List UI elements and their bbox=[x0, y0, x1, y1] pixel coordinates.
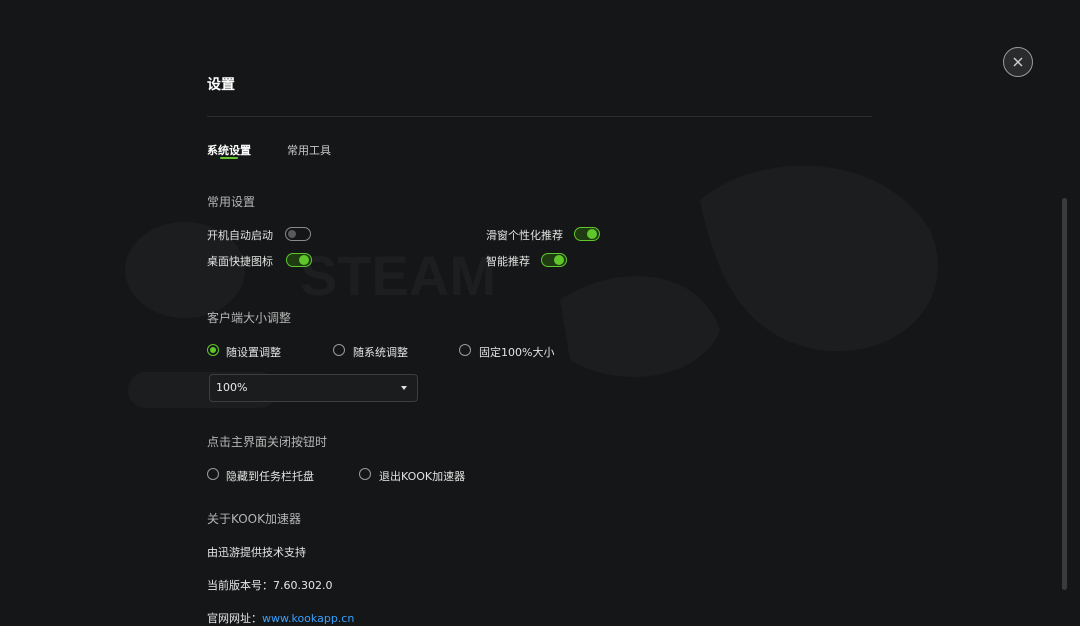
size-follow-system-label[interactable]: 随系统调整 bbox=[353, 344, 408, 360]
tab-common-tools[interactable]: 常用工具 bbox=[287, 142, 331, 158]
auto-start-toggle[interactable] bbox=[285, 227, 311, 241]
version-label: 当前版本号： bbox=[207, 579, 273, 592]
tab-system-settings[interactable]: 系统设置 bbox=[207, 142, 251, 158]
size-follow-system-radio[interactable] bbox=[333, 344, 345, 356]
about-title: 关于KOOK加速器 bbox=[207, 512, 301, 526]
scale-select-value: 100% bbox=[216, 381, 248, 394]
scrollbar[interactable] bbox=[1062, 198, 1067, 590]
active-tab-indicator bbox=[220, 157, 238, 159]
chevron-down-icon bbox=[401, 386, 407, 390]
close-button[interactable] bbox=[1003, 47, 1033, 77]
smart-recommend-label: 智能推荐 bbox=[486, 255, 530, 268]
size-follow-settings-label[interactable]: 随设置调整 bbox=[226, 344, 281, 360]
tech-support-text: 由迅游提供技术支持 bbox=[207, 546, 306, 559]
website-link[interactable]: www.kookapp.cn bbox=[262, 612, 354, 625]
title-divider bbox=[207, 116, 872, 117]
minimize-to-tray-label[interactable]: 隐藏到任务栏托盘 bbox=[226, 468, 314, 484]
auto-start-label: 开机自动启动 bbox=[207, 229, 273, 242]
version-row: 当前版本号：7.60.302.0 bbox=[207, 577, 332, 593]
version-value: 7.60.302.0 bbox=[273, 579, 333, 592]
close-behavior-title: 点击主界面关闭按钮时 bbox=[207, 435, 328, 449]
common-settings-title: 常用设置 bbox=[207, 195, 256, 209]
desktop-shortcut-toggle[interactable] bbox=[286, 253, 312, 267]
desktop-shortcut-label: 桌面快捷图标 bbox=[207, 255, 273, 268]
exit-app-radio[interactable] bbox=[359, 468, 371, 480]
website-label: 官网网址： bbox=[207, 612, 262, 625]
smart-recommend-toggle[interactable] bbox=[541, 253, 567, 267]
size-fixed-label[interactable]: 固定100%大小 bbox=[479, 344, 554, 360]
dialog-title: 设置 bbox=[207, 77, 235, 93]
personalized-recommend-toggle[interactable] bbox=[574, 227, 600, 241]
scale-select[interactable]: 100% bbox=[209, 374, 418, 402]
exit-app-label[interactable]: 退出KOOK加速器 bbox=[379, 468, 465, 484]
personalized-recommend-label: 滑窗个性化推荐 bbox=[486, 229, 563, 242]
close-icon bbox=[1013, 57, 1023, 67]
size-follow-settings-radio[interactable] bbox=[207, 344, 219, 356]
settings-panel: 设置 系统设置 常用工具 常用设置 开机自动启动 滑窗个性化推荐 桌面快捷图标 … bbox=[207, 0, 872, 626]
size-fixed-radio[interactable] bbox=[459, 344, 471, 356]
client-size-title: 客户端大小调整 bbox=[207, 311, 292, 325]
minimize-to-tray-radio[interactable] bbox=[207, 468, 219, 480]
website-row: 官网网址：www.kookapp.cn bbox=[207, 610, 354, 626]
